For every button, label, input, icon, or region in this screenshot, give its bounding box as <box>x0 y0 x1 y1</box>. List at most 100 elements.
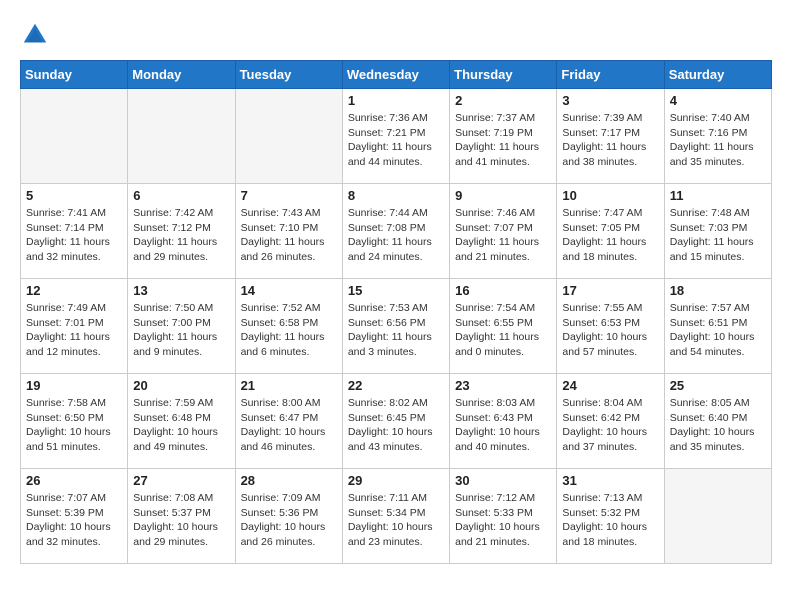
day-number: 28 <box>241 473 337 488</box>
calendar-day-cell: 20 Sunrise: 7:59 AM Sunset: 6:48 PM Dayli… <box>128 374 235 469</box>
day-number: 19 <box>26 378 122 393</box>
calendar-day-cell: 7Sunrise: 7:43 AM Sunset: 7:10 PM Daylig… <box>235 184 342 279</box>
calendar-day-cell: 15 Sunrise: 7:53 AM Sunset: 6:56 PM Dayli… <box>342 279 449 374</box>
calendar-day-cell: 22 Sunrise: 8:02 AM Sunset: 6:45 PM Dayli… <box>342 374 449 469</box>
day-info: Sunrise: 7:08 AM Sunset: 5:37 PM Dayligh… <box>133 491 229 550</box>
calendar-day-cell: 24Sunrise: 8:04 AM Sunset: 6:42 PM Dayli… <box>557 374 664 469</box>
day-number: 21 <box>241 378 337 393</box>
day-number: 5 <box>26 188 122 203</box>
calendar-day-cell: 5 Sunrise: 7:41 AM Sunset: 7:14 PM Daylig… <box>21 184 128 279</box>
calendar-day-cell: 19 Sunrise: 7:58 AM Sunset: 6:50 PM Dayli… <box>21 374 128 469</box>
calendar-day-cell: 12Sunrise: 7:49 AM Sunset: 7:01 PM Dayli… <box>21 279 128 374</box>
day-number: 9 <box>455 188 551 203</box>
calendar-header-monday: Monday <box>128 61 235 89</box>
calendar-day-cell: 23 Sunrise: 8:03 AM Sunset: 6:43 PM Dayli… <box>450 374 557 469</box>
day-number: 23 <box>455 378 551 393</box>
day-info: Sunrise: 7:41 AM Sunset: 7:14 PM Dayligh… <box>26 206 122 265</box>
day-number: 25 <box>670 378 766 393</box>
day-info: Sunrise: 8:03 AM Sunset: 6:43 PM Dayligh… <box>455 396 551 455</box>
calendar-day-cell: 3 Sunrise: 7:39 AM Sunset: 7:17 PM Daylig… <box>557 89 664 184</box>
calendar-day-cell <box>235 89 342 184</box>
day-number: 30 <box>455 473 551 488</box>
day-number: 4 <box>670 93 766 108</box>
day-number: 13 <box>133 283 229 298</box>
day-info: Sunrise: 7:09 AM Sunset: 5:36 PM Dayligh… <box>241 491 337 550</box>
day-number: 1 <box>348 93 444 108</box>
day-number: 27 <box>133 473 229 488</box>
calendar-header-friday: Friday <box>557 61 664 89</box>
day-number: 16 <box>455 283 551 298</box>
day-number: 14 <box>241 283 337 298</box>
calendar-day-cell: 28 Sunrise: 7:09 AM Sunset: 5:36 PM Dayli… <box>235 469 342 564</box>
calendar-header-saturday: Saturday <box>664 61 771 89</box>
day-info: Sunrise: 8:00 AM Sunset: 6:47 PM Dayligh… <box>241 396 337 455</box>
day-number: 29 <box>348 473 444 488</box>
calendar-day-cell: 17Sunrise: 7:55 AM Sunset: 6:53 PM Dayli… <box>557 279 664 374</box>
calendar-day-cell: 8 Sunrise: 7:44 AM Sunset: 7:08 PM Daylig… <box>342 184 449 279</box>
day-info: Sunrise: 7:46 AM Sunset: 7:07 PM Dayligh… <box>455 206 551 265</box>
calendar-day-cell: 14 Sunrise: 7:52 AM Sunset: 6:58 PM Dayli… <box>235 279 342 374</box>
calendar-header-wednesday: Wednesday <box>342 61 449 89</box>
day-number: 24 <box>562 378 658 393</box>
day-info: Sunrise: 7:52 AM Sunset: 6:58 PM Dayligh… <box>241 301 337 360</box>
calendar-day-cell <box>21 89 128 184</box>
day-number: 8 <box>348 188 444 203</box>
logo-icon <box>20 20 50 50</box>
day-number: 31 <box>562 473 658 488</box>
calendar-week-row: 5 Sunrise: 7:41 AM Sunset: 7:14 PM Daylig… <box>21 184 772 279</box>
day-info: Sunrise: 7:53 AM Sunset: 6:56 PM Dayligh… <box>348 301 444 360</box>
calendar-day-cell: 10 Sunrise: 7:47 AM Sunset: 7:05 PM Dayli… <box>557 184 664 279</box>
day-number: 17 <box>562 283 658 298</box>
day-number: 18 <box>670 283 766 298</box>
calendar-week-row: 12Sunrise: 7:49 AM Sunset: 7:01 PM Dayli… <box>21 279 772 374</box>
calendar-day-cell: 6 Sunrise: 7:42 AM Sunset: 7:12 PM Daylig… <box>128 184 235 279</box>
calendar-week-row: 19 Sunrise: 7:58 AM Sunset: 6:50 PM Dayli… <box>21 374 772 469</box>
calendar-header-sunday: Sunday <box>21 61 128 89</box>
day-info: Sunrise: 7:11 AM Sunset: 5:34 PM Dayligh… <box>348 491 444 550</box>
calendar-header-thursday: Thursday <box>450 61 557 89</box>
calendar-day-cell: 16 Sunrise: 7:54 AM Sunset: 6:55 PM Dayli… <box>450 279 557 374</box>
calendar-day-cell: 1Sunrise: 7:36 AM Sunset: 7:21 PM Daylig… <box>342 89 449 184</box>
day-info: Sunrise: 7:48 AM Sunset: 7:03 PM Dayligh… <box>670 206 766 265</box>
calendar-header-tuesday: Tuesday <box>235 61 342 89</box>
day-info: Sunrise: 7:58 AM Sunset: 6:50 PM Dayligh… <box>26 396 122 455</box>
day-number: 22 <box>348 378 444 393</box>
day-info: Sunrise: 8:05 AM Sunset: 6:40 PM Dayligh… <box>670 396 766 455</box>
day-number: 3 <box>562 93 658 108</box>
calendar-day-cell <box>664 469 771 564</box>
calendar-day-cell: 25 Sunrise: 8:05 AM Sunset: 6:40 PM Dayli… <box>664 374 771 469</box>
day-info: Sunrise: 7:42 AM Sunset: 7:12 PM Dayligh… <box>133 206 229 265</box>
calendar-week-row: 26 Sunrise: 7:07 AM Sunset: 5:39 PM Dayli… <box>21 469 772 564</box>
day-number: 20 <box>133 378 229 393</box>
calendar-day-cell: 4 Sunrise: 7:40 AM Sunset: 7:16 PM Daylig… <box>664 89 771 184</box>
day-info: Sunrise: 7:12 AM Sunset: 5:33 PM Dayligh… <box>455 491 551 550</box>
page-header <box>20 20 772 50</box>
day-info: Sunrise: 7:47 AM Sunset: 7:05 PM Dayligh… <box>562 206 658 265</box>
day-info: Sunrise: 7:39 AM Sunset: 7:17 PM Dayligh… <box>562 111 658 170</box>
calendar-day-cell: 26 Sunrise: 7:07 AM Sunset: 5:39 PM Dayli… <box>21 469 128 564</box>
day-info: Sunrise: 7:40 AM Sunset: 7:16 PM Dayligh… <box>670 111 766 170</box>
day-info: Sunrise: 7:13 AM Sunset: 5:32 PM Dayligh… <box>562 491 658 550</box>
day-number: 2 <box>455 93 551 108</box>
calendar-day-cell: 29 Sunrise: 7:11 AM Sunset: 5:34 PM Dayli… <box>342 469 449 564</box>
day-info: Sunrise: 7:43 AM Sunset: 7:10 PM Dayligh… <box>241 206 337 265</box>
calendar-day-cell: 2 Sunrise: 7:37 AM Sunset: 7:19 PM Daylig… <box>450 89 557 184</box>
day-info: Sunrise: 7:54 AM Sunset: 6:55 PM Dayligh… <box>455 301 551 360</box>
day-info: Sunrise: 7:57 AM Sunset: 6:51 PM Dayligh… <box>670 301 766 360</box>
day-info: Sunrise: 7:59 AM Sunset: 6:48 PM Dayligh… <box>133 396 229 455</box>
day-info: Sunrise: 8:02 AM Sunset: 6:45 PM Dayligh… <box>348 396 444 455</box>
day-number: 15 <box>348 283 444 298</box>
calendar-day-cell: 27 Sunrise: 7:08 AM Sunset: 5:37 PM Dayli… <box>128 469 235 564</box>
day-info: Sunrise: 7:49 AM Sunset: 7:01 PM Dayligh… <box>26 301 122 360</box>
day-number: 6 <box>133 188 229 203</box>
calendar-day-cell: 30 Sunrise: 7:12 AM Sunset: 5:33 PM Dayli… <box>450 469 557 564</box>
day-info: Sunrise: 7:44 AM Sunset: 7:08 PM Dayligh… <box>348 206 444 265</box>
day-info: Sunrise: 7:07 AM Sunset: 5:39 PM Dayligh… <box>26 491 122 550</box>
calendar-header-row: SundayMondayTuesdayWednesdayThursdayFrid… <box>21 61 772 89</box>
day-info: Sunrise: 7:37 AM Sunset: 7:19 PM Dayligh… <box>455 111 551 170</box>
day-number: 10 <box>562 188 658 203</box>
day-number: 26 <box>26 473 122 488</box>
day-number: 11 <box>670 188 766 203</box>
calendar-day-cell: 11 Sunrise: 7:48 AM Sunset: 7:03 PM Dayli… <box>664 184 771 279</box>
calendar-day-cell <box>128 89 235 184</box>
